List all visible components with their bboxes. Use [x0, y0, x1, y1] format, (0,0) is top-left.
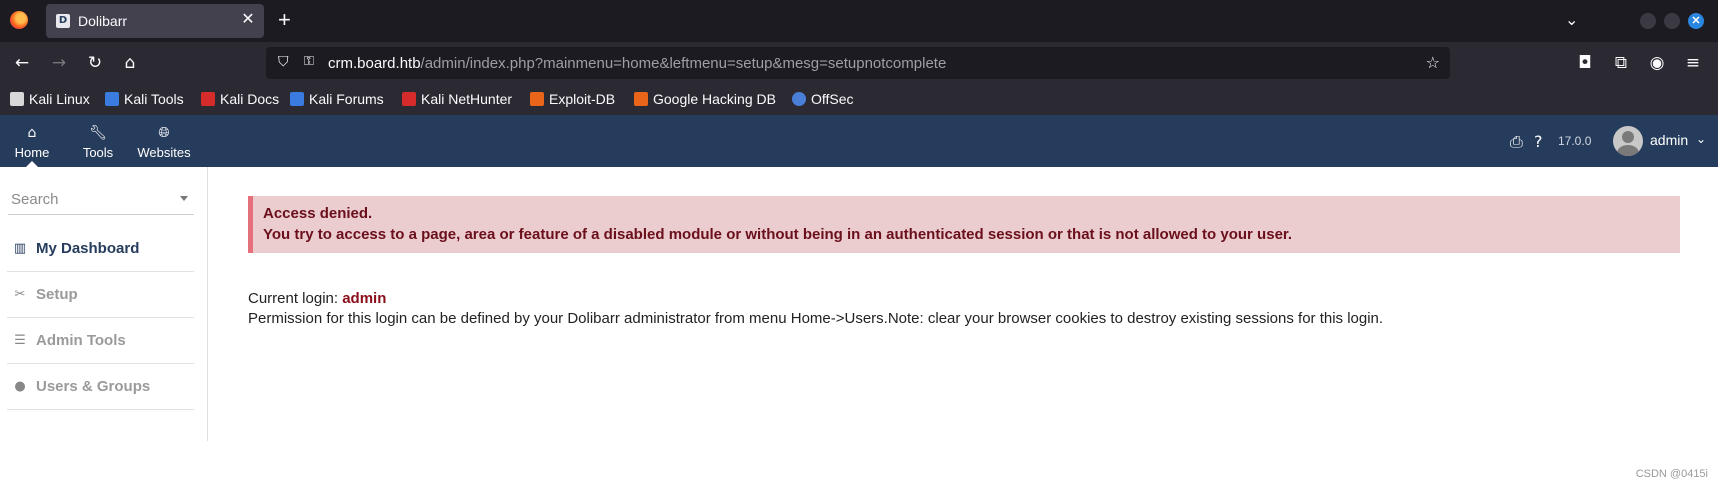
url-path: /admin/index.php?mainmenu=home&leftmenu=…	[420, 55, 947, 72]
sidebar-item-label: My Dashboard	[36, 240, 140, 257]
dolibarr-favicon-icon: D	[56, 14, 70, 28]
sidebar-item-users-groups[interactable]: ● Users & Groups	[7, 364, 194, 410]
sidebar-item-label: Admin Tools	[36, 332, 126, 349]
tab-close-icon[interactable]: ✕	[238, 10, 258, 30]
nethunter-icon	[402, 92, 416, 106]
tab-list-chevron-icon[interactable]: ⌄	[1565, 10, 1578, 30]
sidebar-item-label: Setup	[36, 286, 78, 303]
firefox-logo-icon[interactable]	[10, 11, 28, 29]
search-caret-icon[interactable]	[180, 196, 188, 201]
ghdb-icon	[634, 92, 648, 106]
bookmark-kali-tools[interactable]: Kali Tools	[105, 91, 184, 107]
version-label: 17.0.0	[1558, 134, 1592, 148]
bookmark-star-icon[interactable]: ☆	[1426, 53, 1440, 72]
search-box[interactable]	[8, 187, 194, 215]
home-icon: ⌂	[27, 125, 37, 141]
back-arrow-icon[interactable]: ←	[11, 53, 33, 73]
chart-icon: ▥	[13, 241, 27, 256]
current-login-label: Current login:	[248, 290, 339, 307]
search-input[interactable]	[11, 191, 171, 208]
tools-icon: ✂	[14, 287, 26, 302]
globe-icon: 🌐︎	[158, 125, 170, 141]
menu-tools-label: Tools	[82, 145, 114, 160]
home-page-icon[interactable]: ⌂	[119, 53, 141, 73]
user-icon: ●	[14, 379, 26, 394]
minimize-window-button[interactable]	[1640, 13, 1656, 29]
sidebar-item-label: Users & Groups	[36, 378, 151, 395]
tracking-shield-icon[interactable]: ⛉	[278, 54, 289, 70]
permission-text: Permission for this login can be defined…	[248, 310, 1384, 327]
forward-arrow-icon[interactable]: →	[48, 53, 70, 73]
help-icon[interactable]: ?	[1534, 132, 1543, 151]
offsec-icon	[792, 92, 806, 106]
access-denied-alert: Access denied. You try to access to a pa…	[248, 196, 1680, 253]
bookmark-google-hacking-db[interactable]: Google Hacking DB	[634, 91, 776, 107]
kali-tools-icon	[105, 92, 119, 106]
sidebar-item-admin-tools[interactable]: ☰ Admin Tools	[7, 318, 194, 364]
menu-tools[interactable]: 🔧︎ Tools	[76, 115, 120, 167]
bookmark-kali-linux[interactable]: Kali Linux	[10, 91, 90, 107]
sidebar-item-my-dashboard[interactable]: ▥ My Dashboard	[7, 226, 194, 272]
url-text[interactable]: crm.board.htb/admin/index.php?mainmenu=h…	[328, 55, 946, 72]
tab-title: Dolibarr	[78, 13, 128, 29]
server-icon: ☰	[14, 333, 26, 348]
menu-websites[interactable]: 🌐︎ Websites	[133, 115, 195, 167]
print-icon[interactable]: ⎙	[1510, 132, 1523, 152]
new-tab-button[interactable]: +	[278, 9, 291, 31]
dolibarr-top-menu: ⌂ Home 🔧︎ Tools 🌐︎ Websites ⎙ ? 17.0.0 a…	[0, 115, 1718, 167]
bookmark-offsec[interactable]: OffSec	[792, 91, 854, 107]
alert-message: You try to access to a page, area or fea…	[263, 226, 1293, 243]
avatar[interactable]	[1613, 126, 1643, 156]
close-window-button[interactable]: ✕	[1688, 13, 1704, 29]
bookmark-kali-nethunter[interactable]: Kali NetHunter	[402, 91, 512, 107]
alert-title: Access denied.	[263, 205, 373, 222]
bookmarks-toolbar: Kali Linux Kali Tools Kali Docs Kali For…	[0, 85, 1718, 115]
menu-home-label: Home	[14, 145, 50, 160]
maximize-window-button[interactable]	[1664, 13, 1680, 29]
kali-forums-icon	[290, 92, 304, 106]
bookmark-kali-forums[interactable]: Kali Forums	[290, 91, 384, 107]
menu-home[interactable]: ⌂ Home	[10, 115, 54, 167]
pocket-icon[interactable]: ◘	[1574, 53, 1596, 73]
bookmark-exploit-db[interactable]: Exploit-DB	[530, 91, 615, 107]
wrench-icon: 🔧︎	[89, 125, 107, 141]
url-host: crm.board.htb	[328, 55, 421, 72]
app-menu-icon[interactable]: ≡	[1682, 53, 1704, 73]
browser-nav-bar: ← → ↻ ⌂ ⛉ ⚿ crm.board.htb/admin/index.ph…	[0, 42, 1718, 85]
current-login-user: admin	[342, 290, 387, 307]
current-login-line: Current login: admin	[248, 290, 386, 307]
user-name[interactable]: admin	[1650, 132, 1688, 148]
extensions-icon[interactable]: ⧉	[1610, 53, 1632, 73]
browser-tab[interactable]: D Dolibarr ✕	[46, 4, 264, 38]
left-sidebar: ▥ My Dashboard ✂ Setup ☰ Admin Tools ● U…	[0, 167, 208, 441]
url-bar[interactable]: ⛉ ⚿ crm.board.htb/admin/index.php?mainme…	[266, 47, 1450, 79]
watermark: CSDN @0415i	[1635, 468, 1708, 480]
exploit-db-icon	[530, 92, 544, 106]
account-icon[interactable]: ◉	[1646, 53, 1668, 73]
kali-docs-icon	[201, 92, 215, 106]
menu-websites-label: Websites	[137, 145, 191, 160]
bookmark-kali-docs[interactable]: Kali Docs	[201, 91, 279, 107]
chevron-down-icon[interactable]: ⌄	[1696, 132, 1706, 146]
kali-dragon-icon	[10, 92, 24, 106]
browser-tab-bar: D Dolibarr ✕ + ⌄ ✕	[0, 0, 1718, 42]
reload-icon[interactable]: ↻	[84, 53, 106, 73]
site-info-icon[interactable]: ⚿	[304, 54, 314, 69]
sidebar-item-setup[interactable]: ✂ Setup	[7, 272, 194, 318]
